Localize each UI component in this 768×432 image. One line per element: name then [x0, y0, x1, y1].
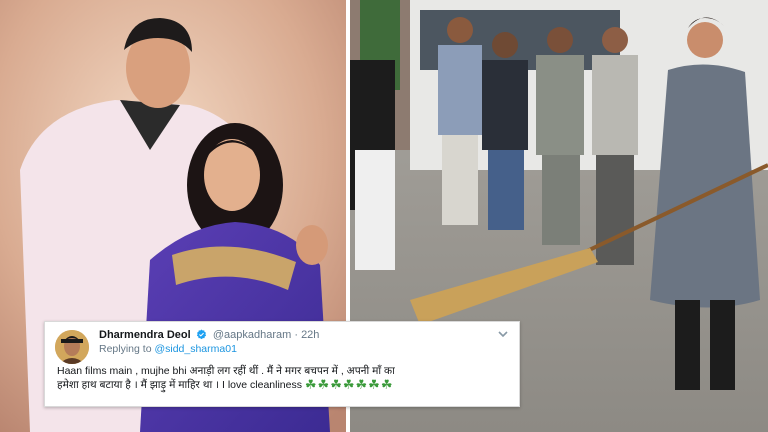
tweet-body-line-1: Haan films main , mujhe bhi अनाड़ी लग रह…: [57, 365, 395, 377]
replying-label: Replying to: [99, 343, 152, 355]
shamrock-emoji-icon: ☘☘☘☘☘☘☘: [304, 377, 394, 392]
handle[interactable]: @aapkadharam: [213, 329, 291, 341]
tweet-body-line-2: हमेशा हाथ बटाया है । मैं झाड़ु में माहिर…: [57, 378, 509, 392]
timestamp[interactable]: 22h: [301, 329, 319, 341]
verified-badge-icon: [196, 329, 206, 340]
chevron-down-icon[interactable]: [497, 328, 509, 340]
tweet-card: Dharmendra Deol @aapkadharam · 22h Reply…: [44, 321, 520, 407]
avatar[interactable]: [55, 330, 89, 364]
tweet-body-line-2-text: हमेशा हाथ बटाया है । मैं झाड़ु में माहिर…: [57, 379, 302, 391]
display-name[interactable]: Dharmendra Deol: [99, 329, 191, 341]
reply-handle-link[interactable]: @sidd_sharma01: [154, 343, 236, 355]
tweet-header: Dharmendra Deol @aapkadharam · 22h: [99, 328, 489, 342]
tweet-body: Haan films main , mujhe bhi अनाड़ी लग रह…: [57, 364, 509, 392]
replying-to: Replying to @sidd_sharma01: [99, 343, 237, 355]
dot-separator: ·: [294, 329, 298, 341]
